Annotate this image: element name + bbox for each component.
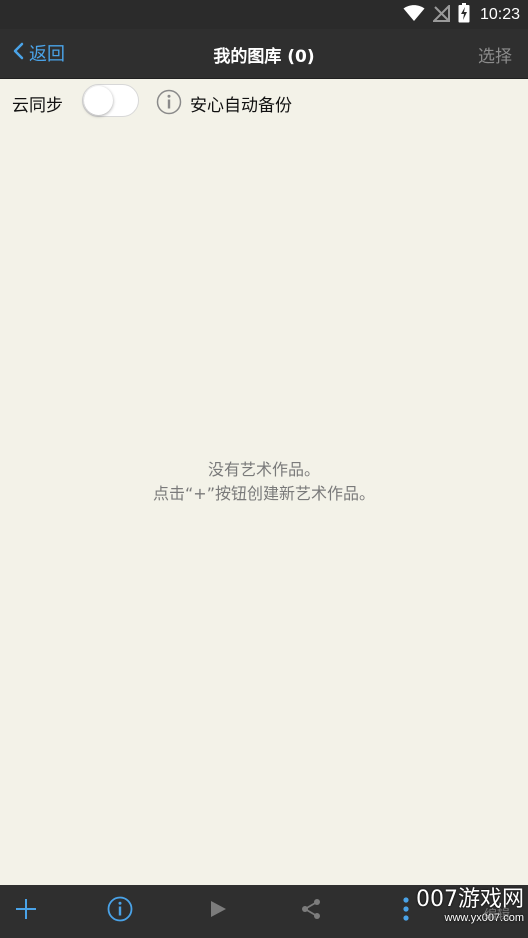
cloud-sync-toggle[interactable] [82, 84, 139, 117]
select-button[interactable]: 选择 [478, 42, 512, 67]
play-button[interactable] [204, 897, 232, 925]
status-bar: 10:23 [0, 0, 528, 29]
more-vertical-icon [402, 896, 410, 926]
add-icon [14, 897, 38, 925]
empty-state-line-1: 没有艺术作品。 [207, 460, 320, 479]
share-button[interactable] [297, 897, 325, 925]
bottom-toolbar [0, 885, 528, 938]
info-button[interactable] [106, 896, 134, 926]
empty-state-line-2: 点击“+”按钮创建新艺术作品。 [153, 484, 375, 503]
status-icons: 10:23 [403, 3, 520, 27]
backup-info-icon[interactable] [156, 89, 182, 115]
status-time: 10:23 [479, 6, 520, 23]
toggle-knob [84, 86, 113, 115]
auto-backup-label: 安心自动备份 [190, 96, 292, 116]
empty-state: 没有艺术作品。 点击“+”按钮创建新艺术作品。 [0, 458, 528, 506]
play-icon [207, 898, 229, 924]
page-title: 我的图库 (0) [213, 47, 315, 67]
edit-label-behind-watermark: 编辑 [484, 908, 511, 923]
share-icon [299, 897, 323, 925]
no-signal-icon [431, 3, 450, 26]
cloud-sync-label: 云同步 [12, 96, 63, 116]
nav-bar: 返回 我的图库 (0) 选择 [0, 29, 528, 79]
wifi-icon [403, 4, 425, 26]
add-button[interactable] [12, 897, 40, 925]
more-button[interactable] [398, 897, 414, 925]
battery-charging-icon [458, 3, 470, 27]
info-icon [107, 896, 133, 926]
